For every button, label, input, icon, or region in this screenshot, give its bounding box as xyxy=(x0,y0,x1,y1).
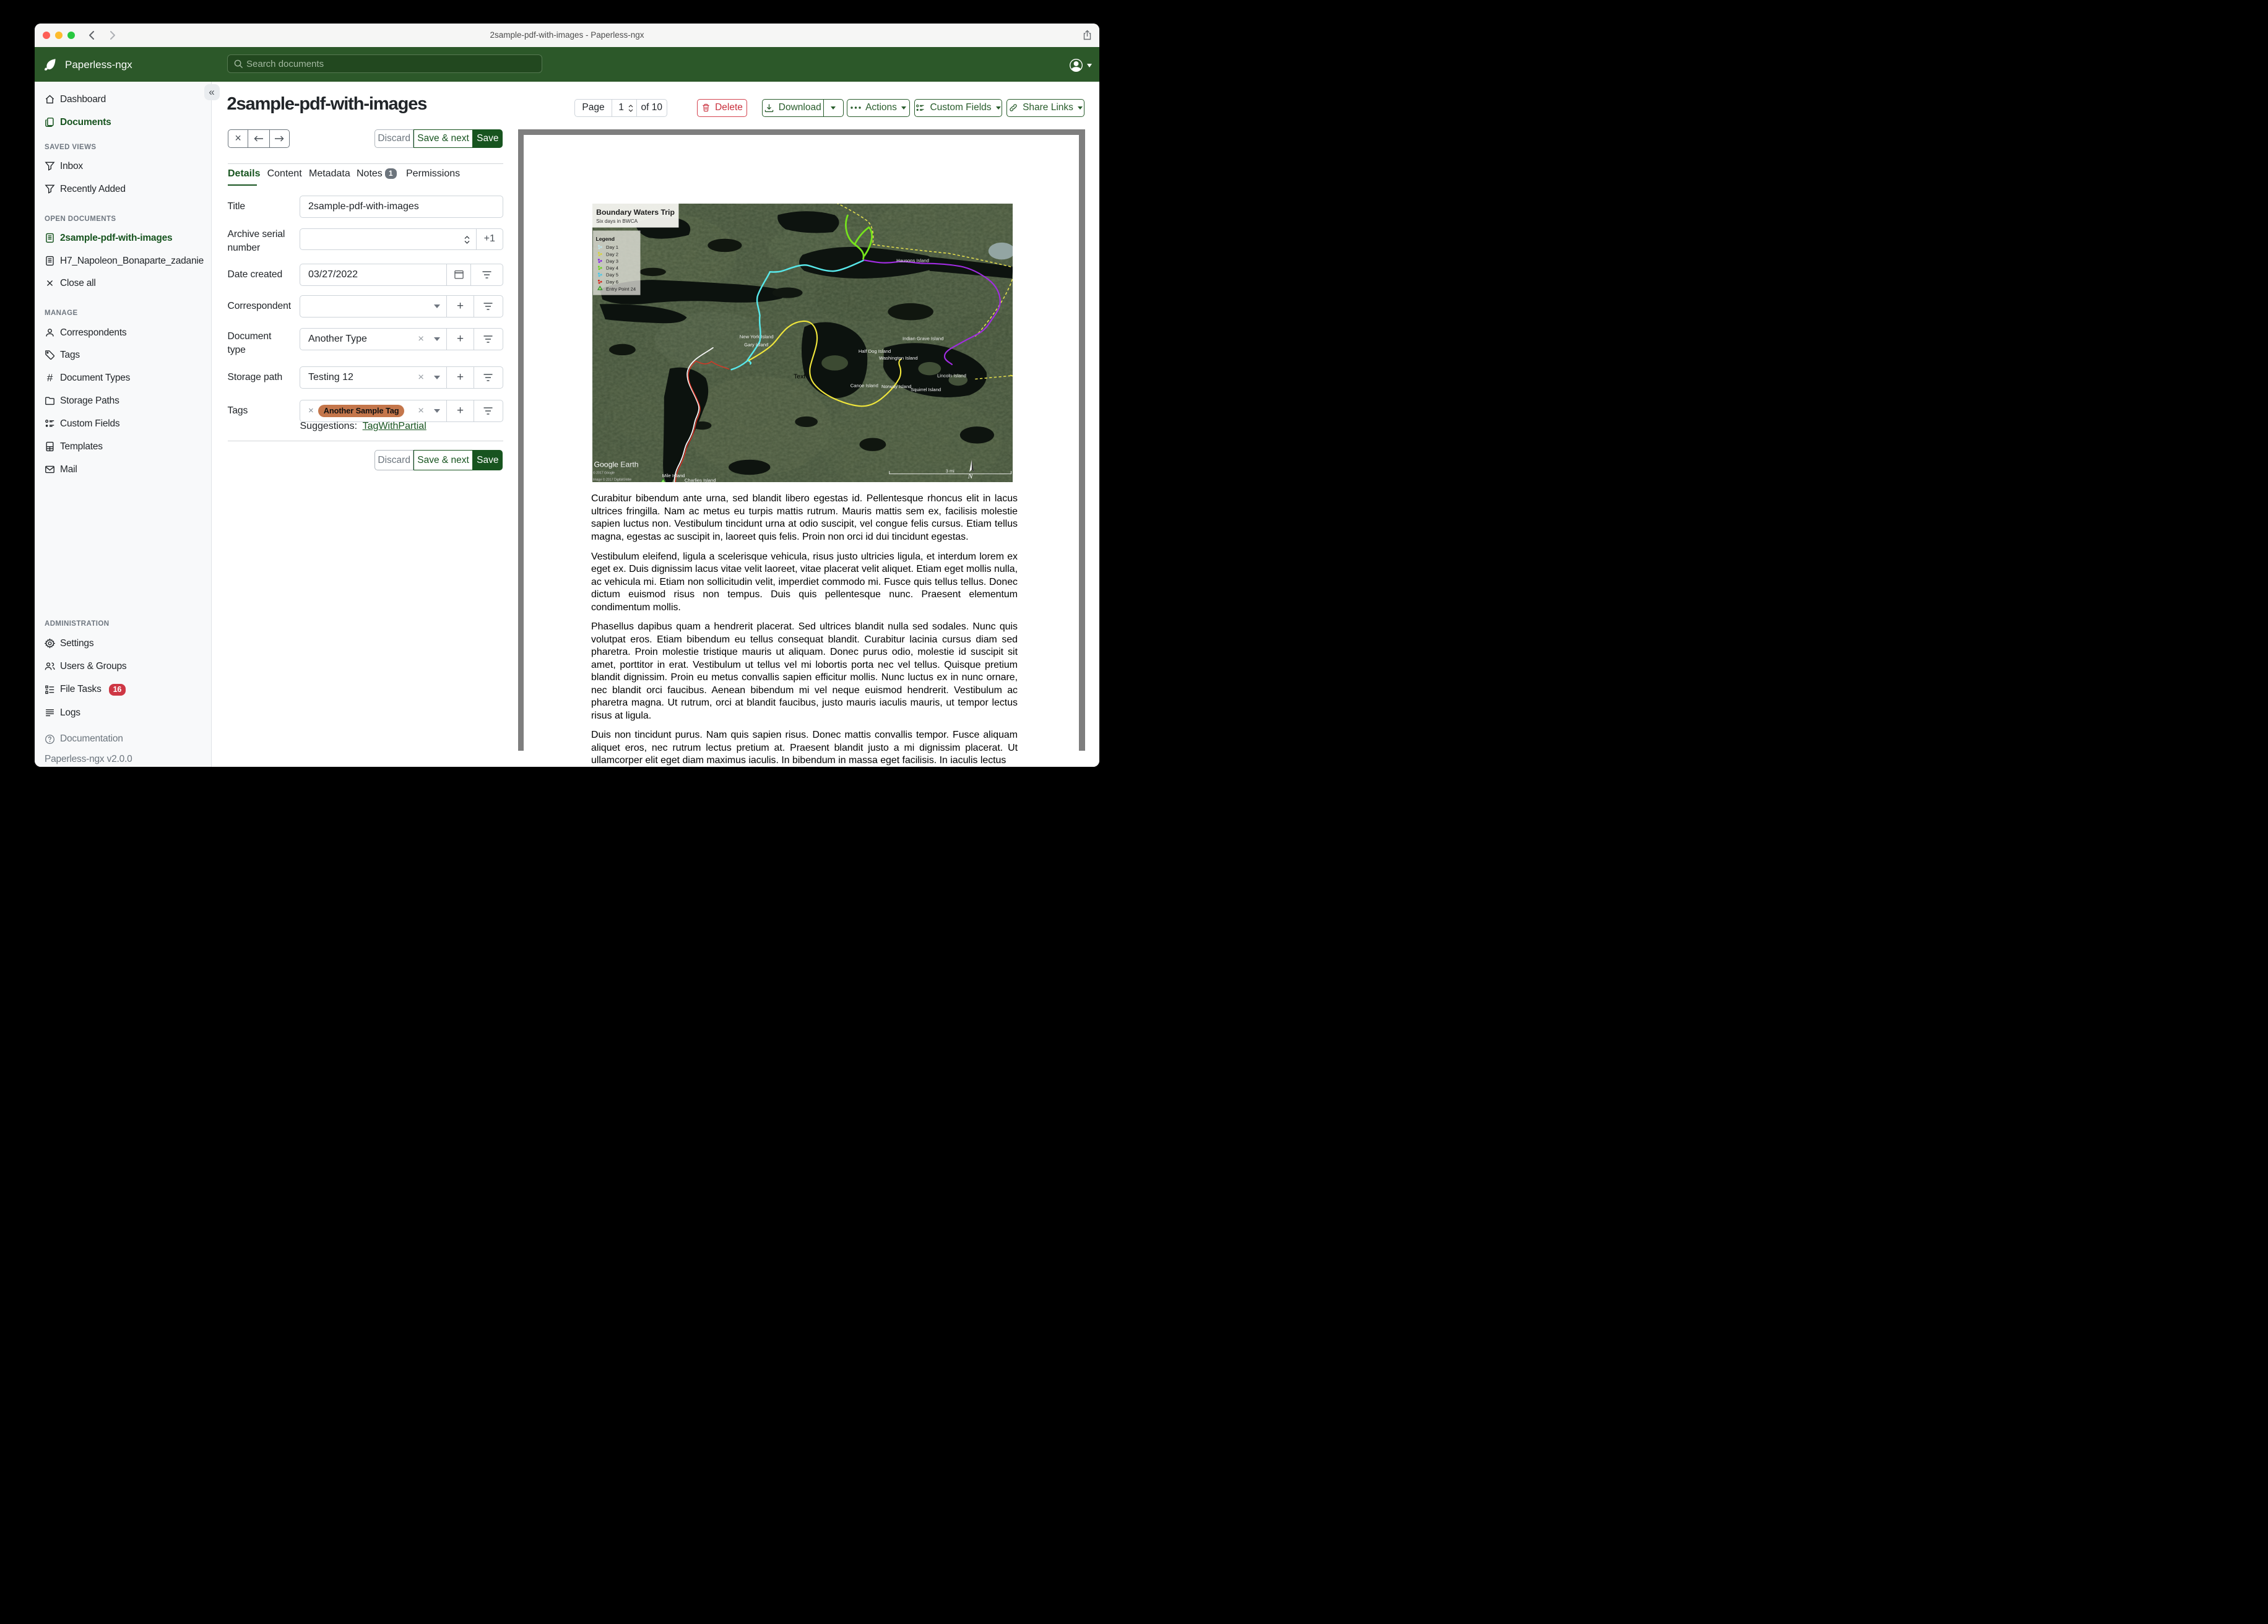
svg-text:Legend: Legend xyxy=(595,236,615,242)
svg-text:New York Island: New York Island xyxy=(739,334,773,339)
svg-text:Mile Island: Mile Island xyxy=(662,473,685,478)
svg-text:Half Dog Island: Half Dog Island xyxy=(858,348,890,354)
svg-text:Day 5: Day 5 xyxy=(606,272,618,277)
svg-text:Image © 2017 DigitalGlobe: Image © 2017 DigitalGlobe xyxy=(592,477,631,482)
svg-text:Entry Point 24: Entry Point 24 xyxy=(606,286,636,292)
svg-text:Day 3: Day 3 xyxy=(606,258,618,264)
svg-text:Canoe Island: Canoe Island xyxy=(850,382,878,388)
svg-text:Washington Island: Washington Island xyxy=(878,355,917,361)
svg-text:Day 6: Day 6 xyxy=(606,279,618,285)
svg-text:Google Earth: Google Earth xyxy=(594,460,638,469)
svg-text:Text: Text xyxy=(794,373,805,380)
svg-text:Indian Grave Island: Indian Grave Island xyxy=(902,335,943,341)
svg-text:Six days in BWCA: Six days in BWCA xyxy=(596,218,638,224)
svg-text:Squirrel Island: Squirrel Island xyxy=(911,387,941,392)
svg-text:Boundary Waters Trip: Boundary Waters Trip xyxy=(596,208,675,217)
svg-text:Hausons Island: Hausons Island xyxy=(896,257,929,263)
svg-text:3 mi: 3 mi xyxy=(945,468,954,473)
svg-text:© 2017 Google: © 2017 Google xyxy=(592,470,614,475)
svg-text:Lincoln Island: Lincoln Island xyxy=(937,373,966,378)
svg-text:Day 1: Day 1 xyxy=(606,244,618,250)
svg-text:Day 2: Day 2 xyxy=(606,251,618,257)
svg-text:N: N xyxy=(967,472,973,480)
svg-text:Charlies Island: Charlies Island xyxy=(684,477,716,482)
svg-text:Day 4: Day 4 xyxy=(606,265,619,270)
svg-text:Norway Island: Norway Island xyxy=(881,384,911,389)
svg-text:Gary Island: Gary Island xyxy=(744,342,768,347)
